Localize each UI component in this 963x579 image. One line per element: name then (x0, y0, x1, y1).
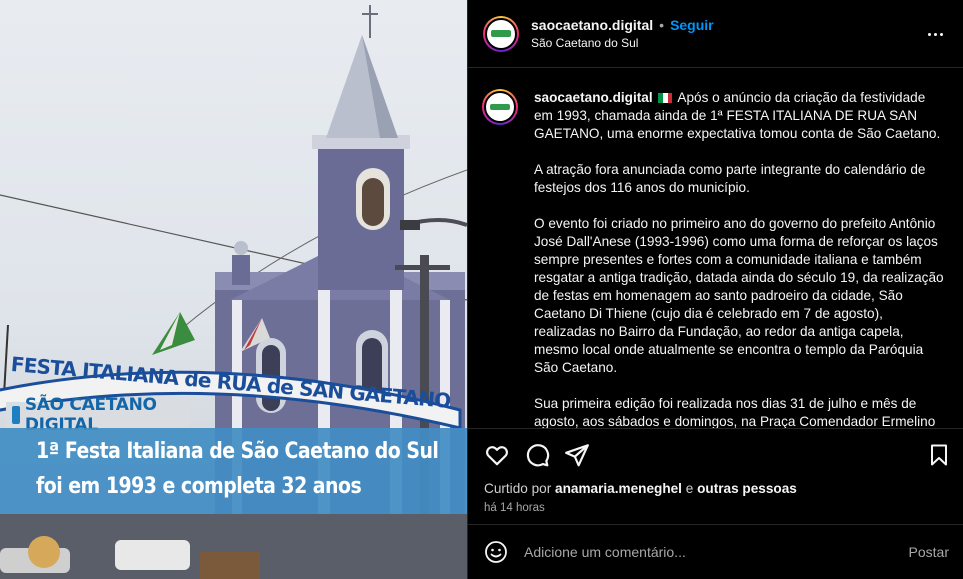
caption-paragraph-3: O evento foi criado no primeiro ano do g… (534, 216, 944, 375)
liked-by-and: e (685, 481, 694, 496)
caption-text: saocaetano.digital Após o anúncio da cri… (534, 89, 944, 428)
post-location[interactable]: São Caetano do Sul (531, 36, 714, 50)
avatar-logo (491, 30, 511, 37)
image-caption-line-1: 1ª Festa Italiana de São Caetano do Sul (36, 439, 439, 464)
author-info: saocaetano.digital • Seguir São Caetano … (531, 17, 714, 50)
image-caption-line-2: foi em 1993 e completa 32 anos (36, 474, 362, 499)
caption-paragraph-2: A atração fora anunciada como parte inte… (534, 162, 926, 195)
heart-icon[interactable] (484, 442, 510, 468)
follow-button[interactable]: Seguir (670, 17, 714, 33)
comment-icon[interactable] (524, 442, 550, 468)
post-comment-button[interactable]: Postar (909, 544, 949, 560)
likes-summary: Curtido por anamaria.meneghel e outras p… (468, 481, 963, 496)
author-username[interactable]: saocaetano.digital (531, 17, 653, 33)
post-actions: Curtido por anamaria.meneghel e outras p… (468, 428, 963, 579)
post-header: saocaetano.digital • Seguir São Caetano … (468, 0, 963, 68)
instagram-post-view: FESTA ITALIANA de RUA de SAN GAETANO SÃO… (0, 0, 963, 579)
emoji-icon[interactable] (484, 540, 508, 564)
caption-comment: saocaetano.digital Após o anúncio da cri… (482, 89, 947, 428)
bookmark-icon[interactable] (927, 443, 951, 467)
comment-input[interactable] (524, 544, 909, 560)
liked-by-user[interactable]: anamaria.meneghel (555, 481, 682, 496)
liked-by-others[interactable]: outras pessoas (697, 481, 797, 496)
action-icons-row (468, 429, 963, 481)
brand-watermark: SÃO CAETANO DIGITAL (6, 395, 190, 435)
caption-author-avatar[interactable] (482, 89, 518, 125)
post-media-image[interactable]: FESTA ITALIANA de RUA de SAN GAETANO SÃO… (0, 0, 467, 579)
brand-logo-mark (12, 406, 20, 424)
author-avatar[interactable] (483, 15, 519, 52)
liked-by-prefix: Curtido por (484, 481, 552, 496)
share-icon[interactable] (564, 442, 590, 468)
caption-paragraph-4: Sua primeira edição foi realizada nos di… (534, 396, 936, 428)
comment-composer: Postar (468, 524, 963, 579)
separator-dot: • (659, 17, 665, 33)
italy-flag-icon (658, 90, 673, 103)
caption-paragraph: saocaetano.digital Após o anúncio da cri… (534, 89, 944, 143)
comments-scroll-area[interactable]: saocaetano.digital Após o anúncio da cri… (468, 69, 963, 428)
image-caption-overlay: 1ª Festa Italiana de São Caetano do Sul … (0, 428, 467, 514)
post-side-panel: saocaetano.digital • Seguir São Caetano … (467, 0, 963, 579)
more-options-icon[interactable] (923, 22, 947, 46)
post-timestamp[interactable]: há 14 horas (468, 502, 963, 514)
caption-username[interactable]: saocaetano.digital (534, 90, 653, 105)
avatar-logo (490, 103, 510, 111)
